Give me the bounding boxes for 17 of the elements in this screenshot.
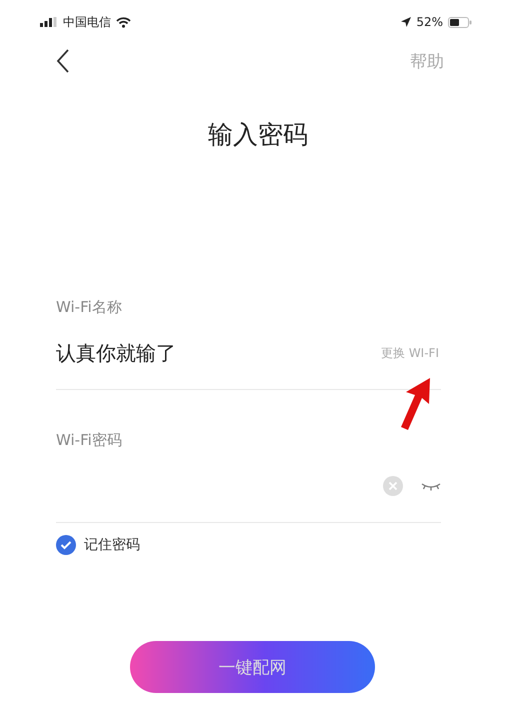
battery-icon <box>448 16 472 28</box>
location-icon <box>401 17 412 27</box>
battery-percent: 52% <box>416 15 443 29</box>
eye-closed-icon[interactable] <box>421 481 441 491</box>
remember-label: 记住密码 <box>84 536 140 554</box>
page-title: 输入密码 <box>207 119 309 151</box>
change-wifi-link[interactable]: 更换 WI-FI <box>381 344 439 362</box>
carrier-name: 中国电信 <box>63 14 111 30</box>
help-link[interactable]: 帮助 <box>410 50 444 72</box>
wifi-icon <box>116 16 131 28</box>
wifi-name-label: Wi-Fi名称 <box>56 298 122 317</box>
connect-button[interactable]: 一键配网 <box>130 641 375 693</box>
wifi-name-value: 认真你就输了 <box>56 340 176 366</box>
signal-icon <box>40 17 58 27</box>
back-icon[interactable] <box>56 49 70 73</box>
remember-checkbox[interactable] <box>56 535 76 555</box>
wifi-password-label: Wi-Fi密码 <box>56 431 122 450</box>
